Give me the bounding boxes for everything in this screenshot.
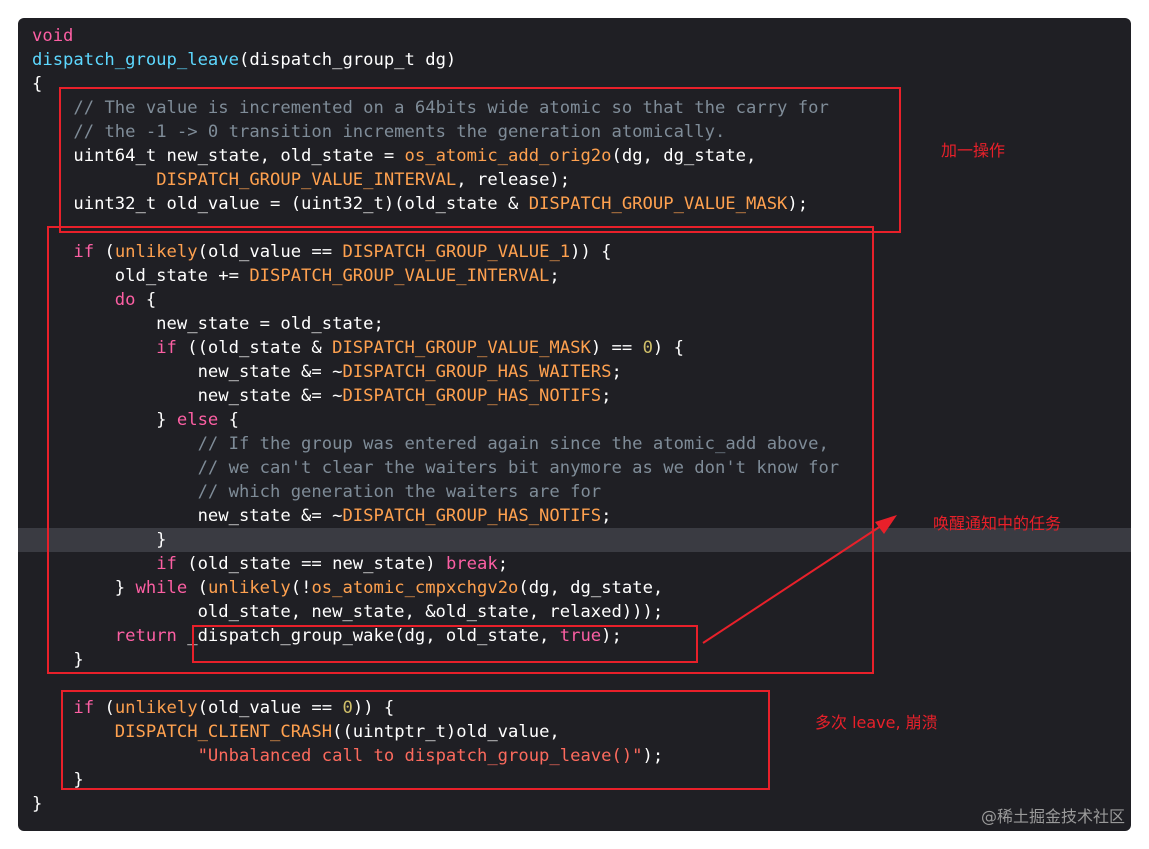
- crash-box: [61, 690, 770, 790]
- code-token: }: [32, 794, 43, 814]
- code-line: {: [32, 72, 42, 96]
- watermark: @稀土掘金技术社区: [980, 807, 1125, 826]
- keyword-token: void: [32, 26, 74, 46]
- code-line: }: [32, 792, 42, 816]
- code-token: (dispatch_group_t dg): [238, 50, 457, 70]
- code-line: dispatch_group_leave(dispatch_group_t dg…: [32, 48, 456, 72]
- increment-box: [59, 87, 901, 233]
- declaration-token: dispatch_group_leave: [32, 50, 239, 70]
- wake-call-box: [192, 625, 698, 663]
- annotation-increment: 加一操作: [941, 141, 1006, 160]
- code-token: {: [32, 74, 43, 94]
- code-line: void: [32, 24, 73, 48]
- wake-condition-box: [47, 226, 874, 674]
- annotation-wake: 唤醒通知中的任务: [933, 514, 1062, 533]
- annotation-crash: 多次 leave, 崩溃: [815, 713, 938, 732]
